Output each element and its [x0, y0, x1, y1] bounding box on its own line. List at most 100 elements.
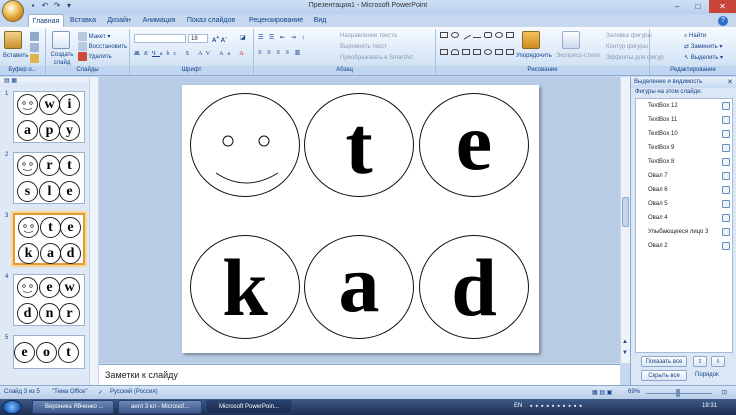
shape-rect-icon[interactable] [440, 32, 448, 38]
layout-button[interactable]: Макет ▾ [78, 32, 110, 41]
thumbnail-slide[interactable]: ewdnr [13, 274, 85, 326]
shape-oval-icon[interactable] [451, 32, 459, 38]
shape-star-icon[interactable] [506, 49, 514, 55]
new-slide-button[interactable]: Создать слайд [49, 51, 75, 67]
shape-triangle-icon[interactable] [462, 49, 470, 55]
slide-letter-1[interactable]: t [304, 93, 414, 197]
quick-styles-button[interactable]: Экспресс-стили [556, 52, 600, 60]
arrange-button[interactable]: Упорядочить [516, 52, 552, 60]
slide-thumbnail-3[interactable]: 3 tekad [0, 211, 98, 267]
shape-list-item[interactable]: TextBox 10 [636, 127, 732, 141]
tab-animation[interactable]: Анимация [138, 14, 180, 28]
shape-list-item[interactable]: Овал 2 [636, 239, 732, 253]
thumbnail-slide[interactable]: rtsle [13, 152, 85, 204]
align-text-button[interactable]: Выровнять текст [340, 43, 387, 51]
task-powerpoint[interactable]: Microsoft PowerPoin... [206, 400, 292, 414]
shape-list-item[interactable]: TextBox 8 [636, 155, 732, 169]
tab-slideshow[interactable]: Показ слайдов [182, 14, 240, 28]
task-word[interactable]: англ 3 кл - Microsof... [118, 400, 202, 414]
language-status[interactable]: Русский (Россия) [110, 389, 158, 395]
slides-tab-icon[interactable]: ▦ [11, 78, 17, 84]
visibility-eye-icon[interactable] [722, 228, 730, 236]
office-button[interactable] [2, 0, 24, 22]
font-style-buttons[interactable]: ЖКЧabc S AV Aa A [134, 50, 248, 58]
zoom-level[interactable]: 69% [628, 389, 640, 395]
format-painter-icon[interactable] [30, 54, 39, 63]
shape-list-item[interactable]: Улыбающееся лицо 3 [636, 225, 732, 239]
shapes-gallery[interactable] [440, 30, 514, 64]
close-button[interactable]: ✕ [709, 0, 736, 13]
move-up-icon[interactable]: ⇧ [693, 356, 707, 367]
visibility-eye-icon[interactable] [722, 200, 730, 208]
replace-button[interactable]: ⇄ Заменить ▾ [684, 43, 722, 51]
undo-icon[interactable]: ↶ [40, 1, 50, 11]
shape-list-item[interactable]: Овал 4 [636, 211, 732, 225]
tab-home[interactable]: Главная [28, 14, 64, 28]
grow-font-button[interactable]: A+ A- [212, 34, 227, 45]
shape-smile-icon[interactable] [484, 49, 492, 55]
arrange-icon[interactable] [522, 31, 540, 49]
tab-insert[interactable]: Вставка [66, 14, 100, 28]
thumbnail-slide[interactable]: tekad [13, 213, 85, 265]
shape-outline-button[interactable]: Контур фигуры [606, 43, 648, 51]
slide[interactable]: t e k a d [182, 85, 539, 353]
pane-close-icon[interactable]: ✕ [727, 78, 733, 86]
copy-icon[interactable] [30, 43, 39, 52]
visibility-eye-icon[interactable] [722, 242, 730, 250]
shape-line-icon[interactable] [461, 30, 471, 40]
tab-design[interactable]: Дизайн [102, 14, 136, 28]
notes-area[interactable]: Заметки к слайду [99, 364, 620, 385]
cut-icon[interactable] [30, 32, 39, 41]
shape-list-item[interactable]: Овал 6 [636, 183, 732, 197]
paste-button[interactable]: Вставить [3, 52, 28, 60]
keyboard-lang[interactable]: EN [514, 403, 522, 409]
paste-icon[interactable] [4, 31, 22, 49]
slide-scrollbar[interactable]: ▲ ▼ [620, 77, 630, 363]
tab-view[interactable]: Вид [312, 14, 328, 28]
show-all-button[interactable]: Показать все [641, 356, 687, 367]
qat-dropdown-icon[interactable]: ▾ [64, 1, 74, 11]
spellcheck-icon[interactable]: ✓ [98, 389, 103, 396]
align-buttons[interactable]: ≡ ≡ ≡ ≡ ▥ [258, 49, 302, 57]
shape-list-item[interactable]: Овал 5 [636, 197, 732, 211]
fit-slide-icon[interactable]: ⊡ [722, 389, 727, 396]
shape-list-item[interactable]: Овал 7 [636, 169, 732, 183]
redo-icon[interactable]: ↷ [52, 1, 62, 11]
reset-button[interactable]: Восстановить [78, 42, 127, 51]
move-down-icon[interactable]: ⇩ [711, 356, 725, 367]
minimize-button[interactable]: – [667, 0, 687, 13]
slides-panel-scrollbar[interactable] [89, 77, 98, 385]
visibility-eye-icon[interactable] [722, 172, 730, 180]
shape-fill-button[interactable]: Заливка фигуры [606, 32, 652, 40]
visibility-eye-icon[interactable] [722, 186, 730, 194]
task-opera[interactable]: Вероника Ябченко ... [32, 400, 114, 414]
visibility-eye-icon[interactable] [722, 102, 730, 110]
tab-review[interactable]: Рецензирование [242, 14, 310, 28]
prev-slide-icon[interactable]: ▲ [622, 339, 628, 345]
slide-letter-2[interactable]: e [419, 93, 529, 197]
tray-icons[interactable]: ▪▪▪▪▪▪▪▪▪▪ [530, 403, 585, 410]
save-icon[interactable]: ▪ [28, 1, 38, 11]
next-slide-icon[interactable]: ▼ [622, 350, 628, 356]
smartart-button[interactable]: Преобразовать в SmartArt [340, 54, 413, 62]
visibility-eye-icon[interactable] [722, 144, 730, 152]
slide-thumbnail-5[interactable]: 5eot [0, 333, 98, 389]
maximize-button[interactable]: □ [688, 0, 708, 13]
slide-letter-5[interactable]: d [419, 235, 529, 339]
list-buttons[interactable]: ☰ ☰ ⇤ ⇥ ↕ [258, 34, 306, 42]
shape-square-icon[interactable] [506, 32, 514, 38]
visibility-eye-icon[interactable] [722, 130, 730, 138]
select-button[interactable]: ↖ Выделить ▾ [684, 54, 723, 62]
smiley-shape[interactable] [190, 93, 300, 197]
visibility-eye-icon[interactable] [722, 116, 730, 124]
thumbnail-slide[interactable]: eot [13, 335, 85, 369]
quick-styles-icon[interactable] [562, 31, 580, 49]
shape-brace-icon[interactable] [495, 49, 503, 55]
text-direction-button[interactable]: Направление текста [340, 32, 397, 40]
slide-letter-4[interactable]: a [304, 235, 414, 339]
view-buttons[interactable]: ▦ ▤ ▣ [592, 389, 612, 396]
slide-thumbnail-2[interactable]: 2 rtsle [0, 150, 98, 206]
shape-list-item[interactable]: TextBox 9 [636, 141, 732, 155]
help-icon[interactable]: ? [718, 16, 728, 26]
visibility-eye-icon[interactable] [722, 158, 730, 166]
